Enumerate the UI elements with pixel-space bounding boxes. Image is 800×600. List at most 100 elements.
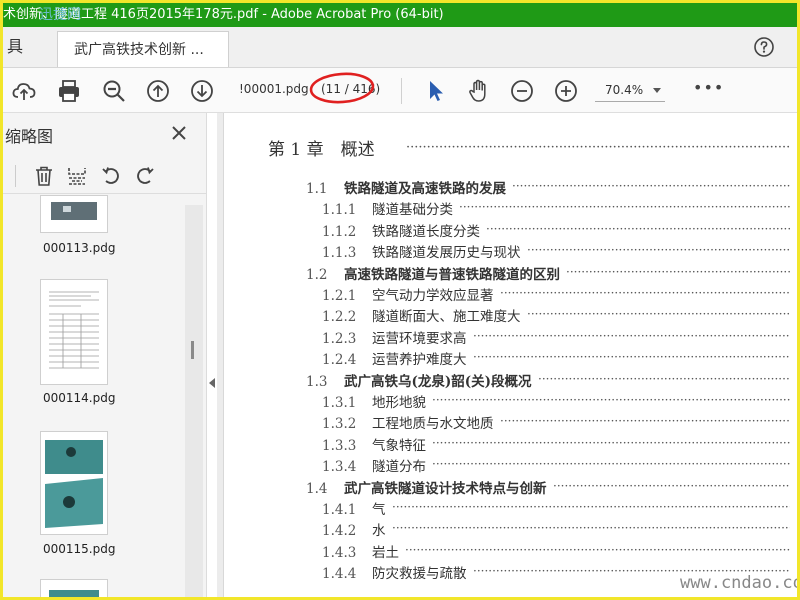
toc-entry-title: 防灾救援与疏散 (372, 566, 467, 583)
toc-entry-number: 1.3.1 (322, 395, 357, 411)
toc-entry-title: 铁路隧道及高速铁路的发展 (344, 181, 506, 197)
toc-entry: 1.2.3 运营环境要求高 ····························… (322, 327, 790, 347)
document-view: 第 1 章 概述 ·······························… (217, 113, 797, 597)
thumbnail-label: 000114.pdg (43, 391, 116, 405)
leader-dots: ········································… (432, 457, 790, 472)
main-toolbar: !00001.pdg (11 / 416) 70.4% ••• (3, 68, 797, 113)
red-highlight-ellipse (309, 72, 375, 104)
toc-entry: 1.1.3 铁路隧道发展历史与现状 ························… (322, 241, 790, 261)
toc-entry-title: 水 (372, 523, 386, 540)
zoom-out-magnifier-icon[interactable] (101, 78, 127, 104)
thumbnails-panel: 缩略图 000113.pdg 000114.pdg 000115.pdg (3, 113, 207, 597)
leader-dots: ········································… (392, 500, 790, 514)
leader-dots: ········································… (553, 478, 790, 493)
toc-entry-title: 武广高铁乌(龙泉)韶(关)段概况 (344, 373, 532, 390)
toc-entry-title: 铁路隧道长度分类 (372, 223, 480, 240)
more-tools-button[interactable]: ••• (693, 78, 724, 97)
print-icon[interactable] (56, 78, 82, 104)
leader-dots: ········································… (432, 435, 790, 450)
next-page-icon[interactable] (189, 78, 215, 104)
toc-entry-title: 铁路隧道发展历史与现状 (372, 245, 521, 262)
thumbnail-toolbar (3, 157, 206, 194)
page-name-field[interactable]: !00001.pdg (239, 82, 309, 96)
rotate-left-icon[interactable] (100, 165, 122, 187)
toc-entry-number: 1.3.2 (322, 416, 357, 433)
previous-page-icon[interactable] (145, 78, 171, 104)
toc-entry-number: 1.1.2 (322, 223, 357, 240)
toc-entry-number: 1.4 (306, 480, 328, 497)
toc-entry-title: 岩土 (372, 544, 399, 561)
collapse-panel-arrow-icon[interactable] (209, 378, 215, 388)
trash-icon[interactable] (33, 165, 55, 187)
toc-entry: 1.2.2 隧道断面大、施工难度大 ························… (322, 305, 790, 325)
toolbar-divider (401, 78, 402, 104)
chapter-heading: 第 1 章 概述 ·······························… (268, 135, 790, 160)
leader-dots: ········································… (500, 286, 790, 300)
chevron-down-icon (653, 88, 661, 93)
leader-dots: ········································… (473, 350, 790, 365)
toc-entry-number: 1.3 (306, 373, 328, 390)
toc-entry-number: 1.2.1 (322, 288, 357, 304)
toc-entry-title: 运营环境要求高 (372, 330, 467, 347)
leader-dots: ········································… (538, 371, 790, 386)
toc-entry-title: 运营养护难度大 (372, 352, 467, 369)
toc-entry-title: 高速铁路隧道与普速铁路隧道的区别 (344, 266, 560, 283)
toc-entry-number: 1.4.1 (322, 502, 357, 518)
toc-entry: 1.2 高速铁路隧道与普速铁路隧道的区别 ·····················… (306, 263, 790, 283)
help-icon[interactable] (754, 37, 774, 57)
page-thumbnail[interactable] (40, 579, 108, 597)
page-thumbnail[interactable] (40, 195, 108, 233)
tab-bar: 具 武广高铁技术创新 ... (3, 27, 797, 68)
zoom-level-select[interactable]: 70.4% (595, 78, 665, 102)
toc-entry: 1.3.3 气象特征 ·······························… (322, 434, 790, 454)
thumbnail-toolbar-divider (15, 165, 16, 187)
zoom-in-icon[interactable] (553, 78, 579, 104)
toc-entry-title: 隧道基础分类 (372, 202, 453, 219)
extract-pages-icon[interactable] (66, 165, 88, 187)
zoom-level-value: 70.4% (605, 83, 644, 97)
zoom-out-icon[interactable] (509, 78, 535, 104)
title-bar: 术创新、隧道工程 416页2015年178元.pdf - Adobe Acrob… (3, 3, 797, 27)
leader-dots: ········································… (432, 393, 790, 407)
close-icon[interactable] (171, 125, 187, 141)
select-cursor-icon[interactable] (423, 78, 449, 104)
toc-entry: 1.4 武广高铁隧道设计技术特点与创新 ······················… (306, 477, 790, 497)
toc-entry-number: 1.2 (306, 266, 328, 283)
site-watermark: www.cndao.com (680, 573, 800, 593)
tab-tools[interactable]: 具 (3, 27, 47, 67)
watermark-logo: 迅捷网 (39, 7, 81, 23)
hand-tool-icon[interactable] (466, 78, 492, 104)
rotate-right-icon[interactable] (134, 165, 156, 187)
toc-entry-title: 工程地质与水文地质 (372, 416, 494, 433)
page-thumbnail[interactable] (40, 279, 108, 385)
toc-entry-title: 武广高铁隧道设计技术特点与创新 (344, 480, 547, 497)
toc-entry-number: 1.4.2 (322, 523, 357, 540)
tab-document[interactable]: 武广高铁技术创新 ... (57, 31, 229, 67)
toc-entry-number: 1.2.4 (322, 352, 357, 369)
tab-document-label: 武广高铁技术创新 ... (74, 42, 204, 58)
toc-entry-title: 隧道断面大、施工难度大 (372, 309, 521, 326)
toc-entry: 1.1.1 隧道基础分类 ·····························… (322, 198, 790, 218)
toc-entry: 1.3.4 隧道分布 ·······························… (322, 455, 790, 475)
toc-entry: 1.3 武广高铁乌(龙泉)韶(关)段概况 ·····················… (306, 370, 790, 390)
app-window: 术创新、隧道工程 416页2015年178元.pdf - Adobe Acrob… (0, 0, 800, 600)
toc-entry-title: 空气动力学效应显著 (372, 288, 494, 304)
toc-entry: 1.1 铁路隧道及高速铁路的发展 ·························… (306, 177, 790, 197)
toc-entry-number: 1.1 (306, 181, 328, 197)
leader-dots: ········································… (527, 307, 790, 322)
leader-dots: ········································… (527, 243, 790, 258)
toc-entry-title: 隧道分布 (372, 459, 426, 476)
leader-dots: ········································… (405, 542, 790, 557)
toc-entry: 1.4.3 岩土 ·································… (322, 541, 790, 561)
upload-cloud-icon[interactable] (11, 78, 37, 104)
scrollbar-thumb[interactable] (191, 341, 194, 359)
toc-entry-number: 1.4.3 (322, 544, 357, 561)
thumbnail-scrollbar[interactable] (185, 205, 203, 597)
page-thumbnail[interactable] (40, 431, 108, 535)
toc-entry-number: 1.1.1 (322, 202, 357, 219)
toc-entry-title: 地形地貌 (372, 395, 426, 411)
toc-entry: 1.4.1 气 ··································… (322, 498, 790, 518)
toc-entry: 1.3.2 工程地质与水文地质 ··························… (322, 412, 790, 432)
toc-entry-number: 1.2.2 (322, 309, 357, 326)
leader-dots: ········································… (566, 264, 790, 279)
